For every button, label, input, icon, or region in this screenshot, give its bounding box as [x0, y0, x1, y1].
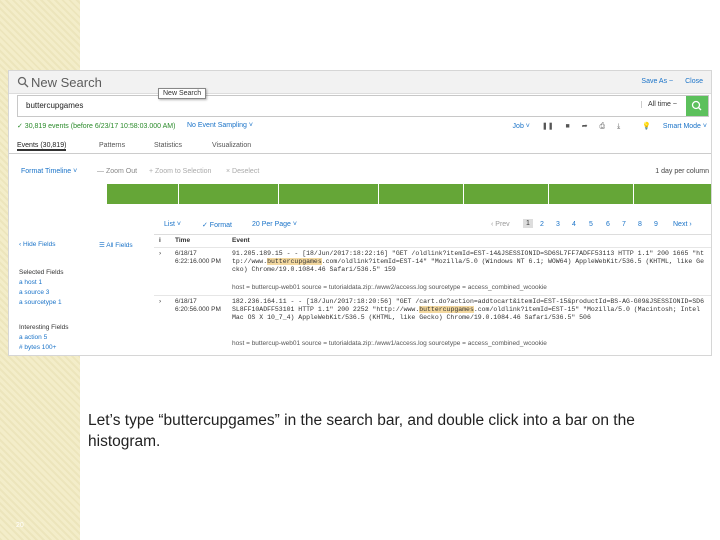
- expand-chevron-icon[interactable]: ›: [159, 250, 161, 257]
- timeline-toolbar: Format Timeline ˅ — Zoom Out + Zoom to S…: [9, 155, 711, 183]
- histogram-divider: [278, 184, 279, 204]
- tab-patterns[interactable]: Patterns: [99, 142, 125, 149]
- job-menu[interactable]: Job ˅: [513, 123, 530, 130]
- zoom-out-button[interactable]: — Zoom Out: [97, 168, 137, 175]
- search-button[interactable]: [686, 96, 708, 116]
- export-icon[interactable]: ⤓: [617, 123, 620, 130]
- print-icon[interactable]: ⎙: [600, 123, 606, 130]
- search-highlight: buttercupgames: [267, 258, 322, 265]
- page-1[interactable]: 1: [523, 219, 533, 228]
- results-toolbar: List ˅ ✓ Format 20 Per Page ˅ ‹ Prev 1 2…: [9, 217, 711, 231]
- event-date: 6/18/17: [175, 298, 197, 305]
- event-sampling-menu[interactable]: No Event Sampling ˅: [187, 122, 253, 129]
- deselect-button[interactable]: × Deselect: [226, 168, 259, 175]
- search-header: New Search Save As ~ Close: [9, 71, 711, 94]
- fields-sidebar: ‹ Hide Fields ☰ All Fields Selected Fiel…: [9, 234, 151, 355]
- histogram-divider: [378, 184, 379, 204]
- table-row: › 6/18/17 6:20:56.000 PM 182.236.164.11 …: [154, 295, 711, 355]
- event-time: 6:22:16.000 PM: [175, 258, 221, 265]
- events-table: i Time Event › 6/18/17 6:22:16.000 PM 91…: [154, 234, 711, 355]
- tab-statistics[interactable]: Statistics: [154, 142, 182, 149]
- search-icon: [691, 100, 702, 111]
- histogram-divider: [548, 184, 549, 204]
- col-header-time: Time: [175, 237, 191, 244]
- event-metadata: host = buttercup-web01 source = tutorial…: [232, 284, 547, 291]
- search-highlight: buttercupgames: [419, 306, 474, 313]
- event-count: ✓ 30,819 events (before 6/23/17 10:58:03…: [17, 123, 176, 130]
- col-header-info: i: [159, 237, 161, 244]
- page-7[interactable]: 7: [622, 221, 626, 228]
- search-icon: [17, 76, 29, 88]
- share-icon[interactable]: ➦: [582, 123, 588, 130]
- search-input[interactable]: buttercupgames: [26, 101, 83, 110]
- histogram-divider: [178, 184, 179, 204]
- per-page-menu[interactable]: 20 Per Page ˅: [252, 221, 297, 228]
- field-item[interactable]: a host 1: [19, 279, 42, 286]
- histogram-divider: [463, 184, 464, 204]
- next-page[interactable]: Next ›: [673, 221, 692, 228]
- new-search-tooltip: New Search: [158, 88, 207, 99]
- field-item[interactable]: a source 3: [19, 289, 49, 296]
- page-number: 20: [16, 522, 24, 529]
- page-9[interactable]: 9: [654, 221, 658, 228]
- save-as-menu[interactable]: Save As ~: [641, 78, 673, 85]
- prev-page[interactable]: ‹ Prev: [491, 221, 510, 228]
- event-date: 6/18/17: [175, 250, 197, 257]
- slide-caption: Let’s type “buttercupgames” in the searc…: [88, 412, 635, 450]
- search-bar[interactable]: buttercupgames All time ~: [17, 95, 709, 117]
- results-tabs: Events (30,819) Patterns Statistics Visu…: [9, 139, 711, 154]
- timeline-histogram[interactable]: [107, 183, 711, 204]
- event-metadata: host = buttercup-web01 source = tutorial…: [232, 340, 547, 347]
- close-link[interactable]: Close: [685, 78, 703, 85]
- page-4[interactable]: 4: [572, 221, 576, 228]
- tab-events[interactable]: Events (30,819): [17, 142, 67, 151]
- page-8[interactable]: 8: [638, 221, 642, 228]
- status-row: ✓ 30,819 events (before 6/23/17 10:58:03…: [17, 122, 707, 134]
- page-3[interactable]: 3: [556, 221, 560, 228]
- page-5[interactable]: 5: [589, 221, 593, 228]
- search-mode-label: Smart Mode ˅: [662, 123, 707, 130]
- table-row: › 6/18/17 6:22:16.000 PM 91.205.189.15 -…: [154, 247, 711, 296]
- all-fields-button[interactable]: ☰ All Fields: [99, 241, 133, 249]
- list-view-menu[interactable]: List ˅: [164, 221, 181, 228]
- tab-visualization[interactable]: Visualization: [212, 142, 251, 149]
- format-timeline-menu[interactable]: Format Timeline ˅: [21, 168, 77, 175]
- format-menu[interactable]: ✓ Format: [202, 221, 232, 229]
- selected-fields-title: Selected Fields: [19, 269, 64, 276]
- time-range-picker[interactable]: All time ~: [641, 101, 680, 108]
- search-mode-menu[interactable]: 💡 Smart Mode ˅: [632, 123, 707, 130]
- histogram-divider: [633, 184, 634, 204]
- event-time: 6:20:56.000 PM: [175, 306, 221, 313]
- bulb-icon: 💡: [642, 123, 651, 130]
- hide-fields-button[interactable]: ‹ Hide Fields: [19, 241, 55, 248]
- interesting-fields-title: Interesting Fields: [19, 324, 69, 331]
- event-text[interactable]: 91.205.189.15 - - [18/Jun/2017:18:22:16]…: [232, 250, 707, 274]
- field-item[interactable]: a sourcetype 1: [19, 299, 62, 306]
- field-item[interactable]: # bytes 100+: [19, 344, 56, 351]
- zoom-selection-button[interactable]: + Zoom to Selection: [149, 168, 211, 175]
- field-item[interactable]: a action 5: [19, 334, 47, 341]
- event-text[interactable]: 182.236.164.11 - - [18/Jun/2017:18:20:56…: [232, 298, 707, 322]
- page-2[interactable]: 2: [540, 221, 544, 228]
- timeline-scale: 1 day per column: [655, 168, 709, 175]
- col-header-event: Event: [232, 237, 250, 244]
- expand-chevron-icon[interactable]: ›: [159, 298, 161, 305]
- pause-icon[interactable]: ❚❚: [542, 123, 554, 130]
- page-6[interactable]: 6: [606, 221, 610, 228]
- page-title: New Search: [31, 75, 102, 90]
- splunk-search-screenshot: New Search Save As ~ Close buttercupgame…: [8, 70, 712, 356]
- stop-icon[interactable]: ■: [566, 123, 570, 130]
